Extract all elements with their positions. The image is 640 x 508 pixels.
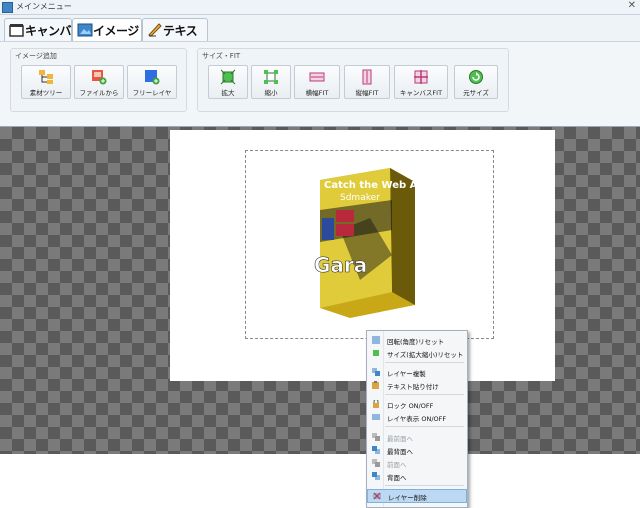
layer-visibility-icon (372, 414, 380, 420)
menu-separator (385, 485, 464, 486)
paste-text-icon (372, 381, 379, 389)
size-reset-icon (373, 350, 379, 356)
material-tree-label: 素材ツリー (29, 89, 63, 97)
free-layer-icon (145, 70, 160, 85)
fit-canvas-label: キャンバスFIT (399, 89, 443, 97)
material-tree-icon (39, 70, 53, 84)
menu-item-size-reset[interactable]: サイズ(拡大縮小)リセット (367, 347, 467, 359)
group-image-add-label: イメージ追加 (15, 52, 57, 60)
layer-duplicate-icon (372, 368, 380, 376)
fit-height-label: 縦幅FIT (355, 89, 379, 97)
original-size-label: 元サイズ (463, 89, 489, 97)
menu-item-rotate-reset[interactable]: 回転(角度)リセット (367, 334, 467, 346)
shrink-label: 縮小 (264, 89, 278, 97)
menu-item-label: レイヤー複製 (387, 370, 426, 378)
from-file-button[interactable]: ファイルから (74, 65, 124, 99)
fit-height-button[interactable]: 縦幅FIT (344, 65, 390, 99)
menu-item-send-backward[interactable]: 背面へ (367, 470, 467, 482)
send-backward-icon (372, 472, 380, 480)
enlarge-label: 拡大 (221, 89, 235, 97)
ribbon-tab-row: キャンバス イメージ テキスト (0, 15, 640, 55)
enlarge-icon (220, 69, 236, 85)
tab-image-label: イメージ (93, 24, 139, 38)
send-to-back-icon (372, 446, 380, 454)
menu-item-layer-visibility[interactable]: レイヤ表示 ON/OFF (367, 411, 467, 423)
fit-canvas-icon (414, 70, 428, 84)
lock-icon (373, 400, 379, 408)
image-icon (77, 23, 93, 37)
menu-item-bring-to-front: 最前面へ (367, 431, 467, 443)
file-add-icon (92, 70, 107, 85)
menu-item-bring-forward: 前面へ (367, 457, 467, 469)
ribbon-panel: イメージ追加 素材ツリー ファイルから フリーレイヤ サイズ・FIT 拡大 縮小… (0, 41, 640, 128)
rotate-reset-icon (372, 336, 380, 344)
menu-item-paste-text[interactable]: テキスト貼り付け (367, 379, 467, 391)
app-icon (2, 2, 13, 13)
bring-to-front-icon (372, 433, 380, 441)
menu-item-send-to-back[interactable]: 最背面へ (367, 444, 467, 456)
menu-separator (385, 362, 464, 363)
product-brand: Gara (314, 253, 367, 277)
delete-layer-icon (373, 492, 381, 500)
text-pen-icon (148, 23, 162, 37)
canvas-paper[interactable]: Catch the Web Ads Sdmaker Gara (170, 130, 555, 381)
menu-item-label: テキスト貼り付け (387, 383, 439, 391)
menu-separator (385, 394, 464, 395)
fit-canvas-button[interactable]: キャンバスFIT (394, 65, 448, 99)
group-size-fit: サイズ・FIT 拡大 縮小 横幅FIT 縦幅FIT キャンバスFIT 元サイズ (197, 48, 509, 112)
product-title-line2: Sdmaker (340, 193, 380, 203)
menu-item-label: レイヤ表示 ON/OFF (387, 415, 447, 423)
group-size-fit-label: サイズ・FIT (202, 52, 241, 60)
menu-item-label: 最前面へ (387, 435, 413, 443)
menu-separator (385, 426, 464, 427)
shrink-button[interactable]: 縮小 (251, 65, 291, 99)
menu-item-label: 前面へ (387, 461, 407, 469)
bring-forward-icon (372, 459, 380, 467)
window-titlebar: メインメニュー ✕ (0, 0, 640, 15)
tab-image[interactable]: イメージ (72, 18, 142, 42)
product-box-image[interactable]: Catch the Web Ads Sdmaker Gara (300, 160, 425, 320)
free-layer-label: フリーレイヤ (132, 89, 172, 97)
original-size-icon (469, 70, 483, 84)
fit-height-icon (362, 69, 372, 85)
menu-item-label: 最背面へ (387, 448, 413, 456)
free-layer-button[interactable]: フリーレイヤ (127, 65, 177, 99)
fit-width-icon (309, 72, 325, 82)
product-title-line1: Catch the Web Ads (324, 180, 425, 191)
menu-item-label: 回転(角度)リセット (387, 338, 445, 346)
canvas-icon (9, 24, 24, 37)
fit-width-button[interactable]: 横幅FIT (294, 65, 340, 99)
context-menu: 回転(角度)リセット サイズ(拡大縮小)リセット レイヤー複製 テキスト貼り付け… (366, 330, 468, 508)
menu-item-delete-layer[interactable]: レイヤー削除 (367, 489, 467, 503)
original-size-button[interactable]: 元サイズ (454, 65, 498, 99)
menu-item-label: ロック ON/OFF (387, 402, 434, 410)
menu-item-layer-duplicate[interactable]: レイヤー複製 (367, 366, 467, 378)
fit-width-label: 横幅FIT (305, 89, 329, 97)
window-title: メインメニュー (16, 2, 72, 11)
tab-text[interactable]: テキスト (142, 18, 208, 55)
menu-item-label: サイズ(拡大縮小)リセット (387, 351, 464, 359)
menu-item-label: レイヤー削除 (388, 494, 427, 502)
shrink-icon (264, 70, 278, 84)
close-icon[interactable]: ✕ (628, 0, 636, 11)
material-tree-button[interactable]: 素材ツリー (21, 65, 71, 99)
canvas-area[interactable]: Catch the Web Ads Sdmaker Gara 回転(角度)リセッ… (0, 127, 640, 508)
tab-canvas[interactable]: キャンバス (4, 18, 72, 55)
menu-item-label: 背面へ (387, 474, 407, 482)
from-file-label: ファイルから (79, 89, 119, 97)
menu-item-lock[interactable]: ロック ON/OFF (367, 398, 467, 410)
group-image-add: イメージ追加 素材ツリー ファイルから フリーレイヤ (10, 48, 187, 112)
enlarge-button[interactable]: 拡大 (208, 65, 248, 99)
